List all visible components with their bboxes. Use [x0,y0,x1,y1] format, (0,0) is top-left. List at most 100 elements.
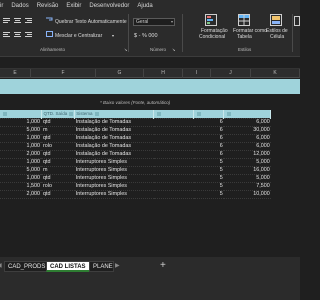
value-cell[interactable]: 5 [193,166,224,175]
conditional-formatting-label-2[interactable]: Condicional [199,34,225,40]
empty-cell[interactable] [153,166,194,175]
system-cell[interactable]: Interruptores Simples [74,158,154,167]
sheet-grid[interactable]: * Baixo valores (Fonte, automático) QTD.… [0,94,300,257]
total-cell[interactable]: 6,000 [223,134,271,143]
column-header-i[interactable]: I [183,69,211,78]
number-tools[interactable]: $ - % 000 [134,33,158,39]
qty-cell[interactable]: 1,000 [0,174,41,183]
empty-cell[interactable] [153,158,194,167]
insert-cells-icon[interactable] [294,16,300,26]
empty-cell[interactable] [153,126,194,135]
system-cell[interactable]: Instalação de Tomadas [74,126,154,135]
tab-cad-listas[interactable]: CAD LISTAS [46,261,90,272]
empty-cell[interactable] [153,182,194,191]
menu-ajuda[interactable]: Ajuda [137,3,152,9]
indent-icons[interactable] [2,30,42,39]
filter-icon[interactable] [157,112,162,117]
column-header-h[interactable]: H [144,69,183,78]
empty-cell[interactable] [153,150,194,159]
qty-cell[interactable]: 5,000 [0,166,41,175]
system-cell[interactable]: Instalação de Tomadas [74,150,154,159]
table-row[interactable]: 2,000 qtd Instalação de Tomadas 6 12,000 [0,150,271,159]
menu-dados[interactable]: Dados [11,3,28,9]
unit-cell[interactable]: m [41,126,75,135]
align-top-icon[interactable] [2,16,42,25]
unit-cell[interactable]: qtd [41,118,75,127]
total-cell[interactable]: 10,000 [223,190,271,199]
qty-cell[interactable]: 1,500 [0,182,41,191]
cell-styles-label-2[interactable]: Célula [270,34,284,40]
unit-cell[interactable]: qtd [41,134,75,143]
cell-styles-icon[interactable] [270,14,282,26]
filter-icon[interactable] [3,112,7,117]
tab-plane[interactable]: PLANE [89,261,114,272]
unit-cell[interactable]: qtd [41,150,75,159]
value-cell[interactable]: 6 [193,126,224,135]
total-cell[interactable]: 16,000 [223,166,271,175]
unit-cell[interactable]: rolo [41,182,75,191]
system-cell[interactable]: Interruptores Simples [74,182,154,191]
unit-cell[interactable]: qtd [41,190,75,199]
table-row[interactable]: 5,000 m Instalação de Tomadas 6 30,000 [0,126,271,135]
filter-icon[interactable] [197,112,202,117]
chevron-down-icon[interactable]: ▾ [112,33,114,38]
unit-cell[interactable]: qtd [41,174,75,183]
column-header-g[interactable]: G [96,69,144,78]
total-cell[interactable]: 6,000 [223,118,271,127]
format-as-table-label-2[interactable]: Tabela [237,34,252,40]
total-cell[interactable]: 7,500 [223,182,271,191]
qty-cell[interactable]: 5,000 [0,126,41,135]
value-cell[interactable]: 6 [193,134,224,143]
qty-cell[interactable]: 2,000 [0,190,41,199]
qty-cell[interactable]: 1,000 [0,158,41,167]
value-cell[interactable]: 6 [193,150,224,159]
value-cell[interactable]: 5 [193,174,224,183]
filter-icon[interactable] [227,112,232,117]
column-header-f[interactable]: F [31,69,96,78]
table-header-cell[interactable] [193,110,225,119]
wrap-text-button[interactable]: Quebrar Texto Automaticamente [55,19,127,25]
menu-revisao[interactable]: Revisão [37,3,59,9]
table-header-cell[interactable] [0,110,42,119]
total-cell[interactable]: 12,000 [223,150,271,159]
column-header-e[interactable]: E [0,69,31,78]
merge-center-button[interactable]: Mesclar e Centralizar [55,33,102,39]
qty-cell[interactable]: 1,000 [0,142,41,151]
dialog-launcher-icon[interactable]: ↘ [172,47,175,52]
unit-cell[interactable]: m [41,166,75,175]
system-cell[interactable]: Interruptores Simples [74,166,154,175]
menu-formulas[interactable]: rir [0,3,3,9]
tab-scroll-left-icon[interactable]: ◀ [0,262,2,269]
table-row[interactable]: 1,000 qtd Interruptores Simples 5 5,000 [0,158,271,167]
tab-scroll-right-icon[interactable]: ▶ [115,262,120,269]
conditional-formatting-icon[interactable] [205,14,217,26]
table-row[interactable]: 2,000 qtd Interruptores Simples 5 10,000 [0,190,271,199]
system-cell[interactable]: Interruptores Simples [74,190,154,199]
table-header-cell[interactable]: Sistema [74,110,155,119]
empty-cell[interactable] [153,174,194,183]
table-row[interactable]: 1,500 rolo Interruptores Simples 5 7,500 [0,182,271,191]
value-cell[interactable]: 5 [193,158,224,167]
filter-icon[interactable] [69,112,74,117]
value-cell[interactable]: 5 [193,190,224,199]
value-cell[interactable]: 6 [193,142,224,151]
value-cell[interactable]: 6 [193,118,224,127]
qty-cell[interactable]: 2,000 [0,150,41,159]
column-header-j[interactable]: J [211,69,251,78]
total-cell[interactable]: 5,000 [223,174,271,183]
system-cell[interactable]: Instalação de Tomadas [74,142,154,151]
qty-cell[interactable]: 1,000 [0,118,41,127]
column-header-k[interactable]: K [251,69,300,78]
table-row[interactable]: 1,000 qtd Instalação de Tomadas 6 6,000 [0,134,271,143]
total-cell[interactable]: 5,000 [223,158,271,167]
number-format-select[interactable]: Geral ▾ [133,18,175,26]
unit-cell[interactable]: rolo [41,142,75,151]
empty-cell[interactable] [153,118,194,127]
table-header-cell[interactable]: QTD. Saída [41,110,76,119]
system-cell[interactable]: Interruptores Simples [74,174,154,183]
table-header-cell[interactable] [153,110,195,119]
table-row[interactable]: 1,000 rolo Instalação de Tomadas 6 6,000 [0,142,271,151]
table-row[interactable]: 5,000 m Interruptores Simples 5 16,000 [0,166,271,175]
dialog-launcher-icon[interactable]: ↘ [124,47,127,52]
empty-cell[interactable] [153,134,194,143]
